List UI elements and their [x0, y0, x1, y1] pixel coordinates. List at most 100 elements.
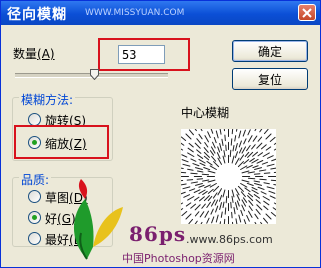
preview-ray — [266, 186, 275, 190]
radio-draft[interactable] — [28, 190, 41, 203]
close-button[interactable] — [298, 4, 316, 21]
preview-ray — [241, 179, 250, 183]
preview-ray — [207, 188, 214, 194]
preview-ray — [182, 163, 191, 167]
preview-ray — [222, 201, 225, 209]
preview-ray — [234, 143, 238, 151]
preview-ray — [198, 184, 205, 188]
blur-center-preview[interactable] — [181, 129, 276, 224]
preview-ray — [241, 170, 250, 174]
preview-ray — [194, 204, 201, 211]
preview-ray — [255, 199, 261, 204]
preview-ray — [188, 129, 194, 136]
preview-ray — [222, 189, 226, 198]
preview-ray — [273, 148, 276, 151]
preview-ray — [194, 211, 200, 217]
ok-button[interactable]: 确定 — [232, 40, 308, 62]
preview-ray — [240, 209, 244, 216]
preview-ray — [206, 160, 213, 166]
preview-ray — [242, 197, 248, 203]
preview-ray — [271, 158, 276, 162]
preview-ray — [196, 138, 202, 145]
watermark-text: 中国Photoshop资源网 — [122, 252, 235, 265]
preview-ray — [188, 218, 194, 224]
preview-ray — [248, 210, 253, 218]
preview-ray — [204, 142, 209, 148]
preview-ray — [210, 199, 216, 207]
preview-ray — [262, 196, 270, 201]
preview-ray — [270, 179, 276, 182]
preview-ray — [234, 202, 238, 210]
preview-ray — [241, 146, 247, 154]
preview-ray — [231, 195, 234, 203]
preview-ray — [237, 161, 244, 168]
blur-method-legend: 模糊方法: — [19, 91, 76, 108]
preview-ray — [235, 129, 238, 132]
radio-good[interactable] — [28, 211, 41, 224]
preview-ray — [235, 218, 238, 224]
preview-ray — [182, 186, 191, 190]
preview-ray — [238, 147, 243, 154]
watermark-url: .www.86ps.com — [186, 233, 273, 246]
preview-ray — [240, 183, 248, 188]
preview-ray — [217, 188, 222, 196]
preview-ray — [252, 165, 259, 169]
preview-ray — [239, 154, 245, 161]
preview-ray — [190, 203, 197, 209]
preview-ray — [181, 183, 187, 186]
title-watermark: WWW.MISSYUAN.COM — [85, 8, 185, 18]
preview-ray — [259, 129, 263, 133]
preview-ray — [261, 161, 268, 165]
preview-ray — [263, 217, 269, 224]
preview-ray — [260, 144, 267, 150]
preview-ray — [243, 159, 250, 165]
preview-ray — [187, 196, 195, 201]
preview-ray — [269, 136, 276, 142]
preview-ray — [253, 180, 261, 183]
preview-ray — [183, 194, 191, 198]
reset-button[interactable]: 复位 — [232, 68, 308, 90]
preview-ray — [195, 182, 203, 186]
preview-ray — [252, 151, 258, 157]
preview-ray — [219, 143, 223, 151]
preview-ray — [204, 184, 211, 189]
preview-ray — [222, 155, 226, 164]
preview-ray — [266, 163, 275, 167]
preview-ray — [192, 163, 200, 167]
preview-ray — [210, 208, 214, 215]
preview-ray — [207, 131, 211, 139]
preview-ray — [213, 137, 217, 144]
preview-ray — [249, 157, 255, 163]
radio-best[interactable] — [28, 232, 41, 245]
preview-ray — [229, 149, 232, 158]
preview-ray — [209, 165, 217, 170]
preview-ray — [235, 157, 240, 165]
preview-ray — [260, 221, 263, 224]
preview-ray — [235, 188, 240, 196]
preview-ray — [210, 129, 214, 134]
title-bar[interactable]: 径向模糊 WWW.MISSYUAN.COM — [1, 1, 320, 25]
preview-ray — [257, 136, 263, 142]
preview-ray — [246, 164, 253, 169]
preview-ray — [193, 189, 201, 193]
preview-ray — [181, 154, 188, 158]
preview-ray — [254, 167, 262, 171]
preview-ray — [233, 207, 236, 215]
preview-ray — [187, 147, 194, 153]
preview-ray — [211, 155, 217, 162]
preview-ray — [190, 172, 198, 175]
preview-ray — [252, 135, 258, 142]
close-icon — [302, 7, 312, 18]
preview-ray — [256, 204, 263, 211]
preview-ray — [204, 135, 209, 143]
preview-ray — [259, 169, 267, 172]
preview-ray — [181, 191, 186, 195]
preview-ray — [263, 200, 270, 206]
amount-slider-thumb[interactable] — [90, 69, 99, 80]
preview-ray — [234, 135, 237, 142]
preview-ray — [254, 182, 262, 186]
preview-ray — [236, 200, 240, 207]
ps-leaf-logo — [73, 179, 123, 260]
preview-ray — [199, 162, 206, 167]
preview-ray — [237, 185, 244, 192]
